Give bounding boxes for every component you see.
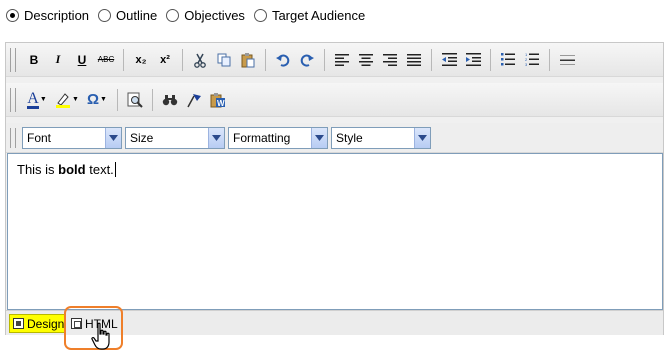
design-tab-label: Design [27,316,65,331]
chevron-down-icon: ▼ [39,96,47,103]
bold-button[interactable]: B [23,49,45,71]
radio-label-outline: Outline [116,7,158,23]
radio-label-target-audience: Target Audience [271,7,366,23]
italic-button[interactable]: I [47,49,69,71]
toolbar-divider [265,48,266,71]
toolbar-grip[interactable] [10,127,16,148]
underline-button[interactable]: U [71,49,93,71]
align-left-icon[interactable] [331,49,353,71]
view-options: Description Outline Objectives Target Au… [6,5,374,25]
toolbar-divider [117,88,118,111]
formatting-select-value: Formatting [233,130,291,145]
preview-icon[interactable] [124,89,146,111]
design-tab[interactable]: Design [9,314,66,333]
outdent-icon[interactable] [438,49,460,71]
size-select[interactable]: Size [125,126,225,149]
justify-icon[interactable] [403,49,425,71]
design-mode-icon [13,318,24,329]
omega-icon: Ω [87,91,100,108]
subscript-button[interactable]: x₂ [130,49,152,71]
editor-content-area[interactable]: This is bold text. [7,153,663,310]
content-bold-text: bold [58,162,86,177]
font-color-button[interactable]: A ▼ [23,89,51,111]
strikethrough-button[interactable]: ABC [95,49,117,71]
content-text: This is [17,162,59,177]
toolbar-divider [324,48,325,71]
chevron-down-icon[interactable] [414,127,430,148]
radio-button-description[interactable] [6,8,19,22]
toolbar-divider [152,88,153,111]
copy-icon[interactable] [213,49,235,71]
radio-description[interactable]: Description [6,8,89,23]
toolbar-divider [123,48,124,71]
redo-icon[interactable] [296,49,318,71]
radio-outline[interactable]: Outline [98,8,157,23]
content-text-end: text. [85,162,114,177]
paste-icon[interactable] [237,49,259,71]
chevron-down-icon: ▼ [100,96,107,103]
paste-from-word-icon[interactable]: W [207,89,229,111]
style-select[interactable]: Style [331,126,431,149]
font-select-value: Font [27,130,52,145]
toolbar-grip[interactable] [10,47,16,72]
chevron-down-icon[interactable] [105,127,121,148]
rich-text-editor: B I U ABC x₂ x² 1 2 3 A ▼ ▼ Ω ▼ W Font S… [5,42,664,335]
cut-icon[interactable] [189,49,211,71]
toolbar-grip[interactable] [10,87,16,112]
horizontal-rule-icon[interactable] [556,49,578,71]
text-caret [114,162,116,177]
insert-link-icon[interactable] [183,89,205,111]
font-color-label: A [27,89,39,109]
html-mode-icon [71,318,82,329]
superscript-button[interactable]: x² [154,49,176,71]
radio-button-outline[interactable] [98,8,112,22]
toolbar-insert: A ▼ ▼ Ω ▼ W [6,83,663,117]
find-icon[interactable] [159,89,181,111]
font-select[interactable]: Font [22,126,122,149]
chevron-down-icon: ▼ [72,96,79,103]
html-tab[interactable]: HTML [68,314,124,333]
radio-objectives[interactable]: Objectives [166,8,245,23]
html-tab-label: HTML [85,316,118,331]
highlighter-icon [56,92,71,108]
chevron-down-icon[interactable] [311,127,327,148]
align-center-icon[interactable] [355,49,377,71]
radio-label-description: Description [24,7,90,23]
radio-target-audience[interactable]: Target Audience [253,7,366,23]
formatting-select[interactable]: Formatting [228,126,328,149]
toolbar-divider [490,48,491,71]
style-select-value: Style [336,130,363,145]
radio-button-target-audience[interactable] [253,8,267,22]
toolbar-formatting: B I U ABC x₂ x² 1 2 3 [6,43,663,77]
toolbar-divider [431,48,432,71]
highlight-color-button[interactable]: ▼ [53,89,81,111]
bulleted-list-icon[interactable] [497,49,519,71]
align-right-icon[interactable] [379,49,401,71]
svg-text:W: W [217,99,225,108]
toolbar-divider [182,48,183,71]
radio-label-objectives: Objectives [184,7,245,23]
chevron-down-icon[interactable] [208,127,224,148]
size-select-value: Size [130,130,154,145]
mode-tab-bar: Design HTML [6,310,663,335]
undo-icon[interactable] [272,49,294,71]
toolbar-divider [549,48,550,71]
numbered-list-icon[interactable]: 123 [521,49,543,71]
radio-button-objectives[interactable] [166,8,180,22]
indent-icon[interactable] [462,49,484,71]
toolbar-dropdowns: Font Size Formatting Style [6,123,663,153]
svg-text:3: 3 [525,62,528,66]
special-character-button[interactable]: Ω ▼ [83,89,111,111]
